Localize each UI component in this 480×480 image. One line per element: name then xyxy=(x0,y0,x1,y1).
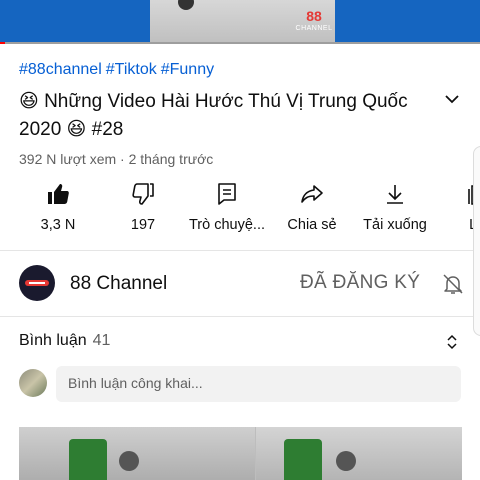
divider xyxy=(0,250,480,251)
video-title[interactable]: 😆 Những Video Hài Hước Thú Vị Trung Quốc… xyxy=(19,88,419,144)
subscribed-button[interactable]: ĐÃ ĐĂNG KÝ xyxy=(300,272,420,294)
chat-label: Trò chuyệ... xyxy=(188,217,266,233)
side-panel-edge[interactable] xyxy=(473,146,480,336)
channel-name[interactable]: 88 Channel xyxy=(70,273,167,295)
preview-person xyxy=(336,451,356,471)
video-meta: 392 N lượt xem · 2 tháng trước xyxy=(19,151,214,167)
video-frame-object xyxy=(178,0,194,10)
live-chat-button[interactable]: Trò chuyệ... xyxy=(186,182,268,242)
hashtag-link[interactable]: #88channel xyxy=(19,61,102,78)
download-icon xyxy=(387,185,403,204)
watermark-text: CHANNEL xyxy=(295,25,333,32)
channel-avatar[interactable] xyxy=(19,265,55,301)
hashtag-link[interactable]: #Funny xyxy=(161,61,214,78)
action-bar: 3,3 N 197 Trò chuyệ... Chia sẻ Tải xuống… xyxy=(0,182,480,242)
chevron-down-icon[interactable] xyxy=(444,92,460,106)
watermark-number: 88 xyxy=(306,8,322,24)
preview-trash-bin xyxy=(69,439,107,480)
bell-off-icon[interactable] xyxy=(441,272,465,296)
dislike-button[interactable]: 197 xyxy=(118,182,168,242)
dislike-count: 197 xyxy=(130,217,156,233)
next-video-thumbnail[interactable] xyxy=(19,427,462,480)
comments-title: Bình luận xyxy=(19,332,87,349)
share-icon xyxy=(301,185,323,203)
preview-frame-left xyxy=(19,427,255,480)
comments-header[interactable]: Bình luận 41 xyxy=(19,332,110,350)
divider xyxy=(0,316,480,317)
expand-comments-icon[interactable] xyxy=(444,333,460,351)
hashtags: #88channel #Tiktok #Funny xyxy=(19,61,218,79)
download-button[interactable]: Tải xuống xyxy=(359,182,431,242)
channel-watermark: 88 CHANNEL xyxy=(294,8,334,44)
like-button[interactable]: 3,3 N xyxy=(34,182,82,242)
hashtag-link[interactable]: #Tiktok xyxy=(106,61,157,78)
user-avatar xyxy=(19,369,47,397)
video-progress-bar[interactable] xyxy=(0,42,480,44)
thumbs-down-icon xyxy=(132,183,154,205)
preview-frame-right xyxy=(256,427,462,480)
share-button[interactable]: Chia sẻ xyxy=(283,182,341,242)
video-player[interactable]: 88 CHANNEL xyxy=(0,0,480,44)
comment-input[interactable]: Bình luận công khai... xyxy=(56,366,461,402)
channel-row: 88 Channel ĐÃ ĐĂNG KÝ xyxy=(0,256,480,314)
chat-icon xyxy=(218,183,236,205)
share-label: Chia sẻ xyxy=(287,217,337,233)
like-count: 3,3 N xyxy=(40,217,76,233)
video-progress-fill xyxy=(0,42,5,44)
preview-trash-bin xyxy=(284,439,322,480)
download-label: Tải xuống xyxy=(363,217,427,233)
thumbs-up-filled-icon xyxy=(48,184,69,204)
preview-person xyxy=(119,451,139,471)
comments-count: 41 xyxy=(92,332,111,349)
